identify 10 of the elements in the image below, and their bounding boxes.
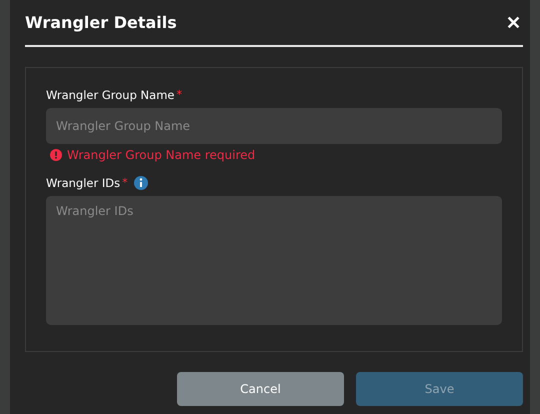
dialog-title: Wrangler Details [25, 13, 177, 32]
cancel-button[interactable]: Cancel [177, 372, 344, 406]
error-message: Wrangler Group Name required [67, 148, 256, 162]
close-button[interactable]: ✕ [504, 12, 523, 34]
error-icon [50, 149, 62, 161]
field-label: Wrangler Group Name * [46, 88, 182, 102]
ids-textarea[interactable]: Wrangler IDs [46, 196, 502, 325]
info-icon[interactable] [134, 176, 148, 190]
field-label: Wrangler IDs * [46, 176, 128, 190]
group-name-input[interactable]: Wrangler Group Name [46, 108, 502, 144]
